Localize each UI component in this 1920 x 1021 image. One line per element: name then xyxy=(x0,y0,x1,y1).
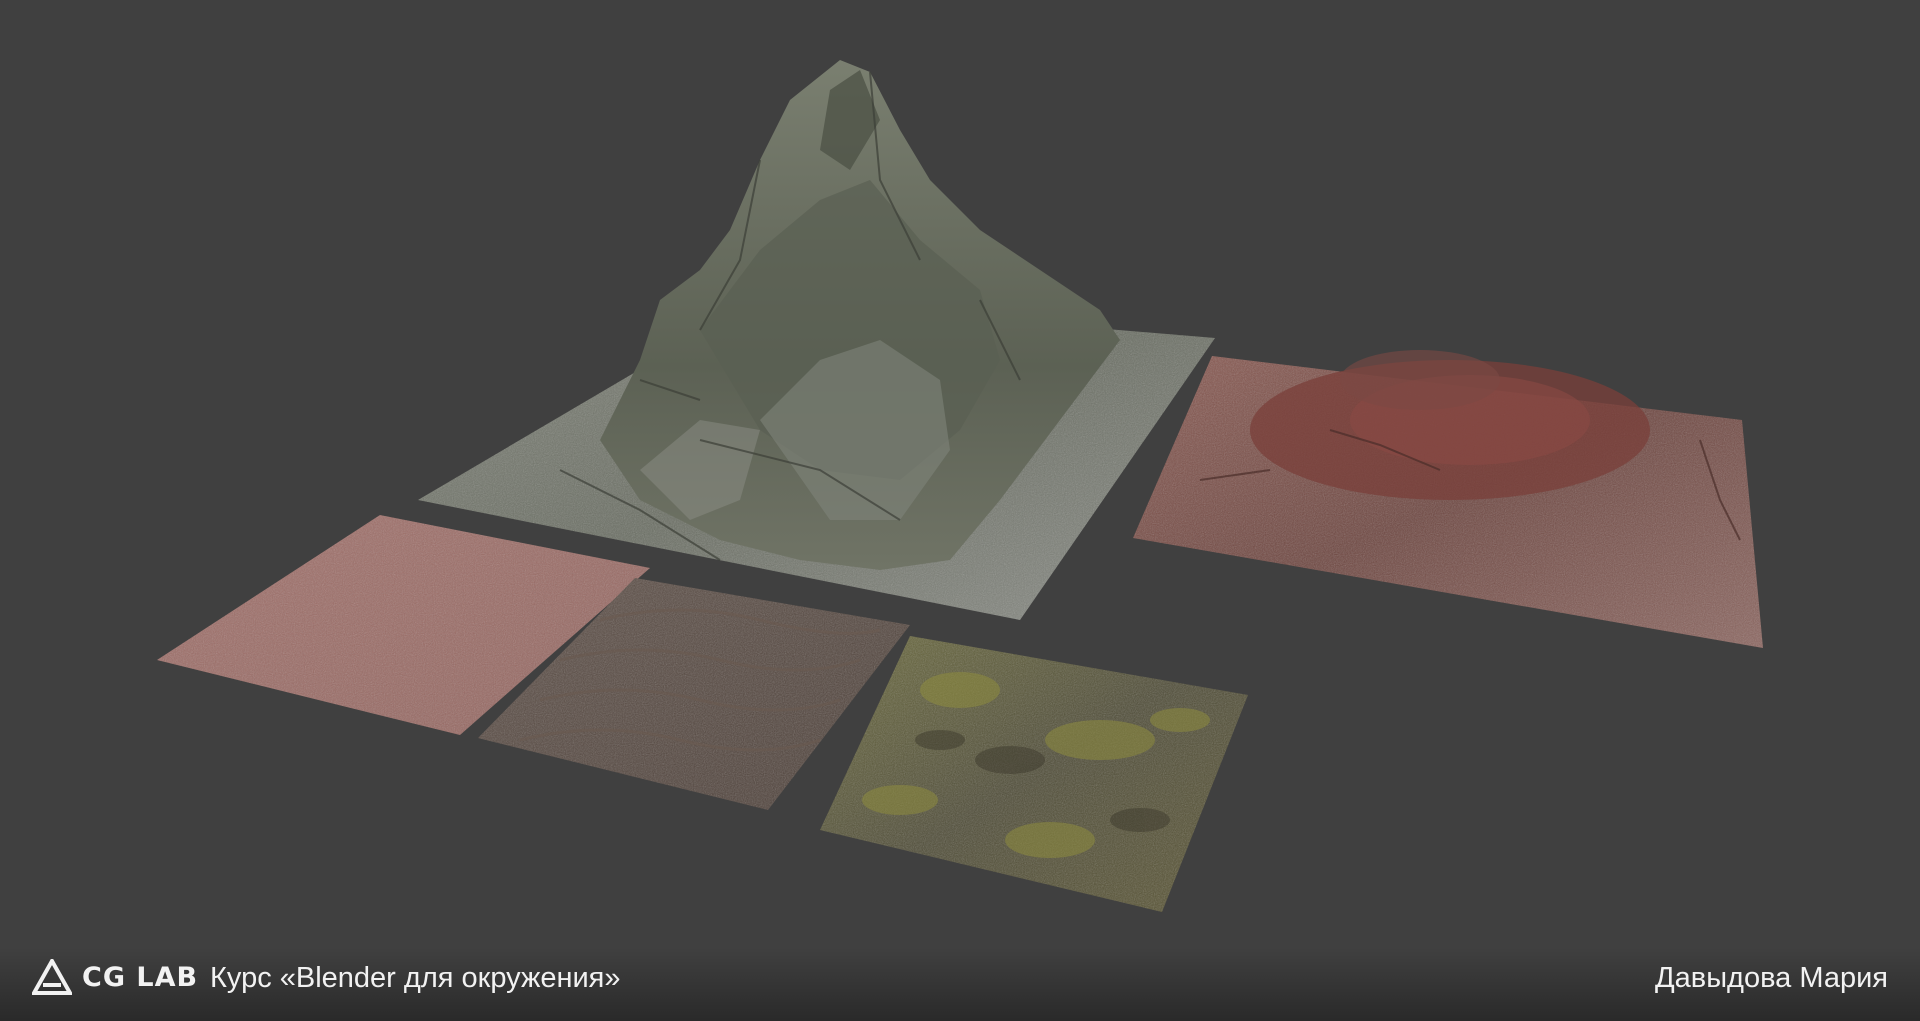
author-name: Давыдова Мария xyxy=(1655,962,1888,994)
brand-logo: CG LAB xyxy=(32,959,198,995)
course-title: Курс «Blender для окружения» xyxy=(210,962,621,994)
brand-name: CG LAB xyxy=(82,961,199,993)
mountain-rock-object xyxy=(418,60,1215,620)
cg-lab-logo-icon xyxy=(32,959,72,995)
red-hill-object xyxy=(1133,350,1763,648)
viewport-scene xyxy=(157,60,1763,912)
footer-bar: CG LAB Курс «Blender для окружения» Давы… xyxy=(0,947,1920,1021)
moss-rock-tile-object xyxy=(820,636,1248,912)
